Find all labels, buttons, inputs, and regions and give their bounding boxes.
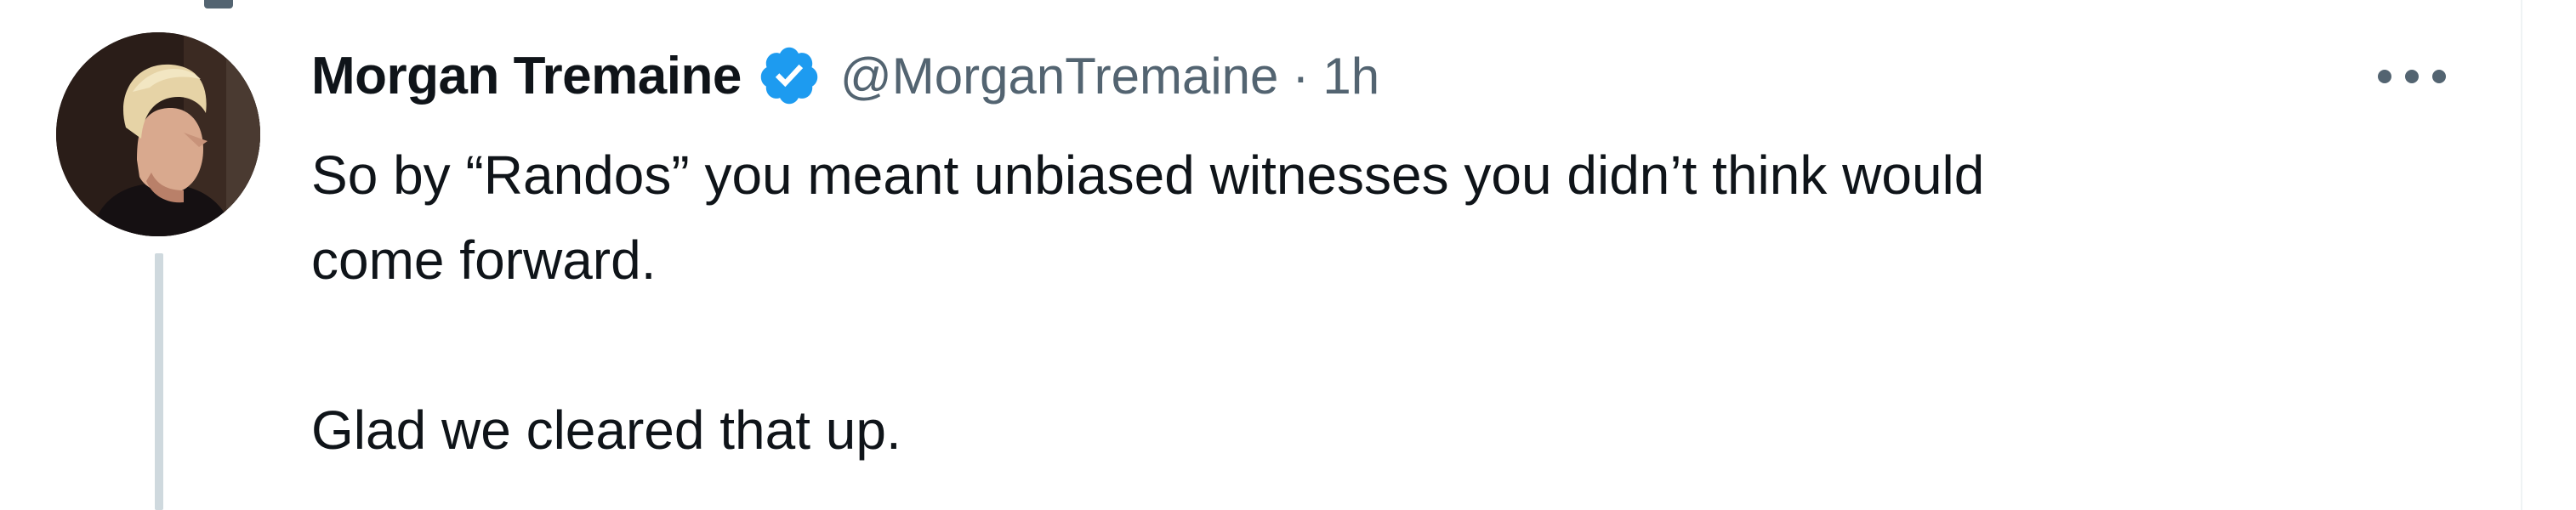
tweet-content: Morgan Tremaine @MorganTremaine · 1h So … (311, 37, 2352, 473)
verified-badge-icon (757, 43, 822, 108)
display-name[interactable]: Morgan Tremaine (311, 46, 742, 106)
column-divider (2521, 0, 2522, 510)
more-dot (2378, 70, 2391, 83)
avatar-image (56, 32, 260, 236)
avatar[interactable] (56, 32, 260, 236)
more-dot (2432, 70, 2446, 83)
header-separator: · (1292, 47, 1310, 105)
more-dot (2405, 70, 2419, 83)
tweet-timestamp[interactable]: 1h (1322, 47, 1379, 105)
tweet-text-line: So by “Randos” you meant unbiased witnes… (311, 144, 1985, 206)
thread-connector-line (155, 253, 163, 510)
more-options-icon[interactable] (2378, 60, 2446, 94)
tweet-page: Morgan Tremaine @MorganTremaine · 1h So … (0, 0, 2576, 510)
tweet-header: Morgan Tremaine @MorganTremaine · 1h (311, 37, 2352, 114)
tweet[interactable]: Morgan Tremaine @MorganTremaine · 1h So … (0, 0, 2521, 510)
tweet-text: So by “Randos” you meant unbiased witnes… (311, 133, 2352, 473)
tweet-text-line: come forward. (311, 230, 657, 291)
user-handle[interactable]: @MorganTremaine (840, 47, 1279, 105)
tweet-text-line: Glad we cleared that up. (311, 400, 901, 461)
